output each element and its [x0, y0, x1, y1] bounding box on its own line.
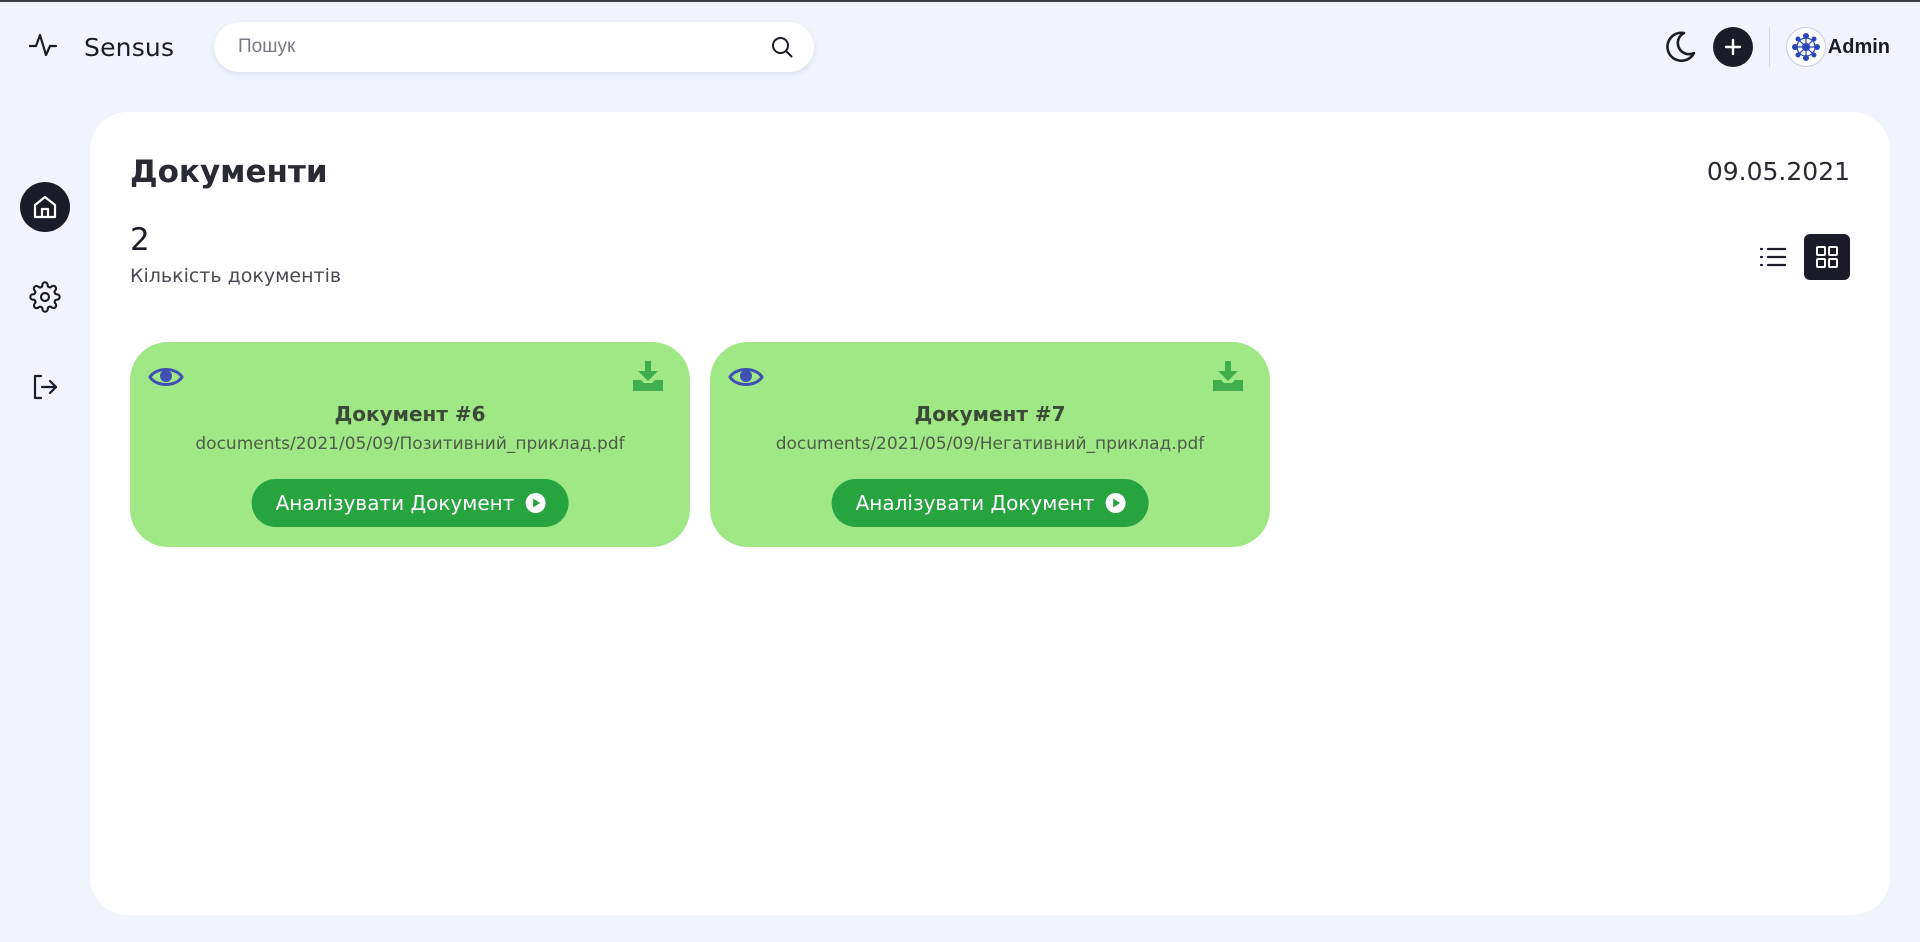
brand[interactable]: Sensus [28, 28, 174, 66]
sidebar-item-settings[interactable] [20, 272, 70, 322]
plus-icon [1724, 38, 1742, 56]
document-card: Документ #6 documents/2021/05/09/Позитив… [130, 342, 690, 547]
documents-count: 2 [130, 222, 150, 258]
list-view-button[interactable] [1750, 234, 1796, 280]
header-divider [1768, 27, 1770, 67]
document-card: Документ #7 documents/2021/05/09/Негатив… [710, 342, 1270, 547]
sidebar-item-home[interactable] [20, 182, 70, 232]
search-icon[interactable] [770, 35, 794, 59]
user-menu[interactable]: Admin [1785, 27, 1890, 67]
brand-name: Sensus [84, 32, 175, 62]
gear-icon [29, 281, 61, 313]
current-date: 09.05.2021 [1706, 157, 1850, 186]
grid-icon [1815, 245, 1839, 269]
search-bar[interactable] [214, 22, 814, 72]
list-icon [1758, 244, 1788, 270]
logout-icon [30, 372, 60, 402]
document-cards: Документ #6 documents/2021/05/09/Позитив… [130, 342, 1270, 547]
home-icon [31, 193, 59, 221]
play-icon [1104, 492, 1126, 514]
view-toggle [1750, 234, 1850, 280]
avatar-icon [1785, 27, 1826, 67]
download-icon[interactable] [632, 360, 664, 396]
document-path: documents/2021/05/09/Негативний_приклад.… [775, 434, 1205, 454]
activity-icon [28, 32, 58, 62]
eye-icon[interactable] [728, 364, 764, 394]
analyze-document-button[interactable]: Аналізувати Документ [251, 479, 569, 527]
moon-icon [1662, 29, 1698, 65]
analyze-button-label: Аналізувати Документ [855, 491, 1095, 515]
document-path: documents/2021/05/09/Позитивний_приклад.… [195, 434, 625, 454]
user-name: Admin [1827, 35, 1890, 58]
download-icon[interactable] [1212, 360, 1244, 396]
header-actions: Admin [1661, 24, 1890, 70]
window-top-border [0, 0, 1920, 2]
documents-count-label: Кількість документів [130, 265, 342, 287]
analyze-document-button[interactable]: Аналізувати Документ [831, 479, 1149, 527]
document-title: Документ #6 [334, 402, 486, 426]
grid-view-button[interactable] [1804, 234, 1850, 280]
theme-toggle-button[interactable] [1661, 28, 1699, 66]
documents-panel: Документи 09.05.2021 2 Кількість докумен… [90, 112, 1890, 915]
play-icon [524, 492, 546, 514]
eye-icon[interactable] [148, 364, 184, 394]
sidebar-item-logout[interactable] [20, 362, 70, 412]
document-title: Документ #7 [914, 402, 1066, 426]
page-title: Документи [130, 154, 328, 190]
analyze-button-label: Аналізувати Документ [275, 491, 515, 515]
add-button[interactable] [1712, 27, 1753, 67]
search-input[interactable] [238, 36, 770, 58]
